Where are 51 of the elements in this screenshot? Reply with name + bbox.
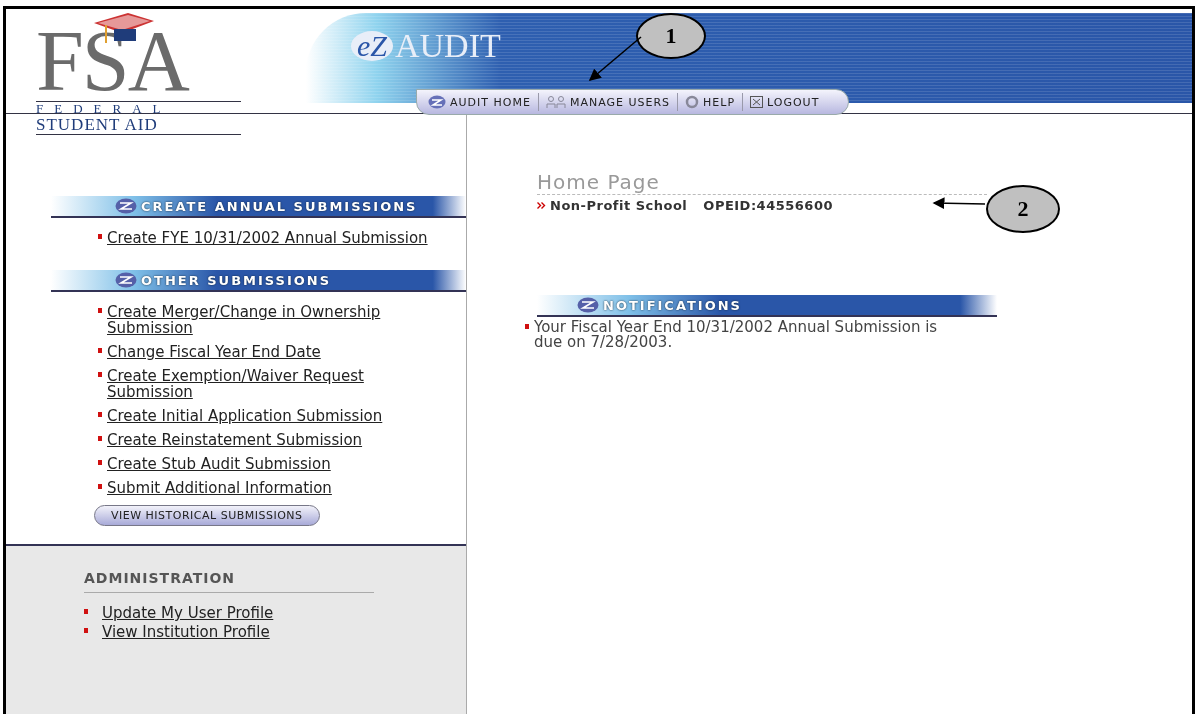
callout-bubble: 1 bbox=[636, 13, 706, 59]
callout-arrow bbox=[932, 197, 986, 210]
admin-link[interactable]: View Institution Profile bbox=[102, 624, 427, 640]
sidebar-link[interactable]: Create Reinstatement Submission bbox=[107, 432, 432, 448]
section-title: CREATE ANNUAL SUBMISSIONS bbox=[141, 198, 418, 214]
bullet-icon bbox=[98, 436, 102, 441]
bullet-icon bbox=[84, 628, 88, 633]
section-title: OTHER SUBMISSIONS bbox=[141, 272, 332, 288]
ez-logo-icon bbox=[115, 272, 137, 288]
double-chevron-icon bbox=[537, 202, 546, 209]
bullet-icon bbox=[98, 234, 102, 239]
app-title: AUDIT bbox=[395, 27, 501, 65]
admin-link[interactable]: Update My User Profile bbox=[102, 605, 427, 621]
sidebar-link[interactable]: Create FYE 10/31/2002 Annual Submission bbox=[107, 230, 432, 246]
users-icon bbox=[545, 95, 566, 109]
logo-student-aid: STUDENT AID bbox=[36, 116, 241, 135]
ez-logo-icon bbox=[115, 198, 137, 214]
nav-link[interactable]: LOGOUT bbox=[743, 93, 827, 111]
logo-federal: FEDERAL bbox=[36, 102, 173, 116]
sidebar-link[interactable]: Create Stub Audit Submission bbox=[107, 456, 432, 472]
ez-logo-icon bbox=[428, 95, 446, 109]
help-ring-icon bbox=[685, 95, 700, 109]
sidebar-link[interactable]: Change Fiscal Year End Date bbox=[107, 344, 432, 360]
notification-text: Your Fiscal Year End 10/31/2002 Annual Submission is due on 7/28/2003. bbox=[534, 320, 939, 350]
app-logo-prefix: eZ bbox=[351, 31, 393, 61]
school-name: Non-Profit School bbox=[550, 198, 688, 213]
ez-logo-icon bbox=[577, 297, 599, 313]
section-title: NOTIFICATIONS bbox=[603, 297, 742, 313]
admin-title: ADMINISTRATION bbox=[84, 570, 374, 593]
bullet-icon bbox=[98, 484, 102, 489]
nav-link[interactable]: HELP bbox=[678, 93, 744, 111]
nav-link[interactable]: AUDIT HOME bbox=[421, 93, 539, 111]
sidebar-link[interactable]: Create Initial Application Submission bbox=[107, 408, 432, 424]
nav-link[interactable]: MANAGE USERS bbox=[538, 93, 679, 111]
sidebar-link[interactable]: Create Exemption/Waiver Request Submission bbox=[107, 368, 432, 400]
close-box-icon bbox=[750, 96, 764, 108]
bullet-icon bbox=[84, 609, 88, 614]
bullet-icon bbox=[98, 460, 102, 465]
bullet-icon bbox=[98, 308, 102, 313]
opeid-text: OPEID:44556600 bbox=[703, 198, 833, 213]
page-title: Home Page bbox=[537, 170, 987, 195]
sidebar-link[interactable]: Create Merger/Change in Ownership Submission bbox=[107, 304, 432, 336]
bullet-icon bbox=[98, 372, 102, 377]
sidebar-link[interactable]: Submit Additional Information bbox=[107, 480, 432, 496]
bullet-icon bbox=[525, 324, 529, 329]
bullet-icon bbox=[98, 348, 102, 353]
view-historical-button[interactable]: VIEW HISTORICAL SUBMISSIONS bbox=[94, 505, 320, 526]
callout-arrow bbox=[588, 36, 642, 81]
logo-letters: FSA bbox=[36, 21, 241, 102]
bullet-icon bbox=[98, 412, 102, 417]
callout-bubble: 2 bbox=[986, 185, 1060, 233]
